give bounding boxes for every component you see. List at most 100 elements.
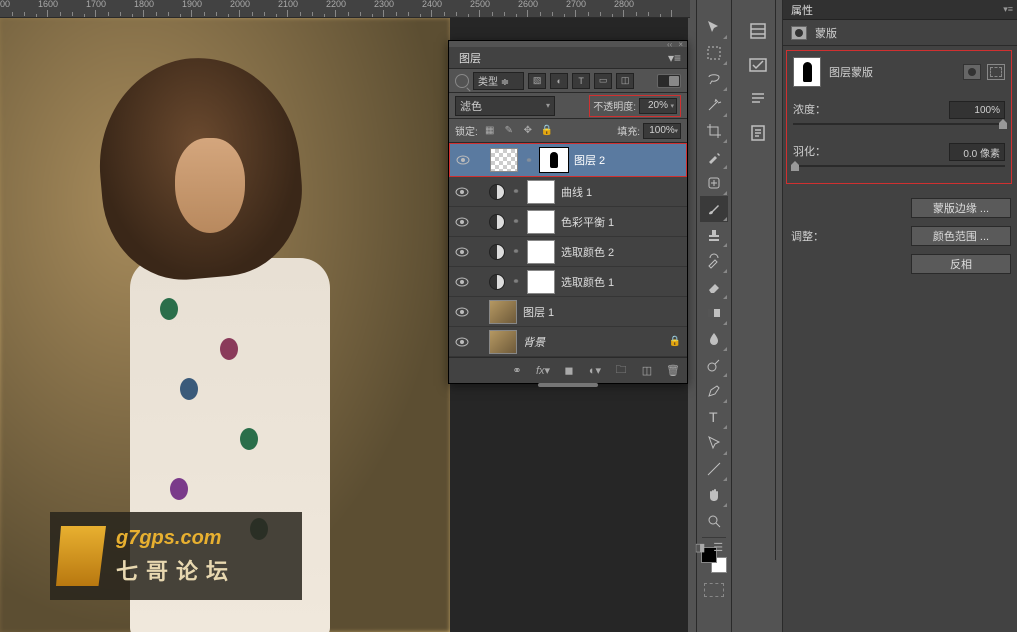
layer-row[interactable]: 背景🔒 xyxy=(449,327,687,357)
density-slider[interactable] xyxy=(793,123,1005,125)
quickmask-toggle[interactable] xyxy=(704,583,724,597)
layer-row[interactable]: 图层 1 xyxy=(449,297,687,327)
layer-row[interactable]: ⚭ 选取颜色 2 xyxy=(449,237,687,267)
new-layer-icon[interactable]: ◫ xyxy=(639,363,655,379)
invert-button[interactable]: 反相 xyxy=(911,254,1011,274)
gradient-tool[interactable] xyxy=(700,300,728,326)
adjust-label: 调整： xyxy=(791,228,824,244)
hand-tool[interactable] xyxy=(700,482,728,508)
filter-shape-icon[interactable]: ▭ xyxy=(594,73,612,89)
panel-tab-layers[interactable]: 图层 ▾≡ xyxy=(449,47,687,69)
link-icon[interactable]: ⚭ xyxy=(511,215,521,229)
character-panel-icon[interactable] xyxy=(744,116,772,150)
blur-tool[interactable] xyxy=(700,326,728,352)
filter-toggle[interactable] xyxy=(657,74,681,88)
layer-name[interactable]: 背景 xyxy=(523,334,545,350)
mask-thumb[interactable] xyxy=(540,148,568,172)
layer-name[interactable]: 选取颜色 2 xyxy=(561,244,614,260)
filter-adjustment-icon[interactable]: ◐ xyxy=(550,73,568,89)
fill-input[interactable]: 100% xyxy=(643,123,681,139)
lock-position-icon[interactable]: ✥ xyxy=(521,124,535,138)
blend-mode-dropdown[interactable]: 滤色 xyxy=(455,96,555,116)
mask-thumb[interactable] xyxy=(527,180,555,204)
layer-name[interactable]: 图层 1 xyxy=(523,304,554,320)
link-icon[interactable]: ⚭ xyxy=(511,185,521,199)
visibility-toggle[interactable] xyxy=(455,245,469,259)
filter-smart-icon[interactable]: ◫ xyxy=(616,73,634,89)
layers-panel[interactable]: ‹‹ × 图层 ▾≡ 类型 ≑ ▧ ◐ T ▭ ◫ 滤色 不透明度: 20% 锁… xyxy=(448,40,688,384)
eraser-tool[interactable] xyxy=(700,274,728,300)
mask-thumb[interactable] xyxy=(527,240,555,264)
opacity-input[interactable]: 20% xyxy=(639,98,677,114)
pen-tool[interactable] xyxy=(700,378,728,404)
actions-panel-icon[interactable] xyxy=(744,48,772,82)
lock-transparency-icon[interactable]: ▦ xyxy=(483,124,497,138)
new-group-icon[interactable]: 🗀 xyxy=(613,363,629,379)
visibility-toggle[interactable] xyxy=(455,185,469,199)
lasso-tool[interactable] xyxy=(700,66,728,92)
marquee-tool[interactable] xyxy=(700,40,728,66)
layer-thumb[interactable] xyxy=(489,300,517,324)
zoom-tool[interactable] xyxy=(700,508,728,534)
layer-row[interactable]: ⚭ 图层 2 xyxy=(449,143,687,177)
layer-name[interactable]: 选取颜色 1 xyxy=(561,274,614,290)
healing-tool[interactable] xyxy=(700,170,728,196)
line-tool[interactable] xyxy=(700,456,728,482)
visibility-toggle[interactable] xyxy=(456,153,470,167)
mask-edge-button[interactable]: 蒙版边缘 ... xyxy=(911,198,1011,218)
feather-slider[interactable] xyxy=(793,165,1005,167)
delete-layer-icon[interactable]: 🗑 xyxy=(665,363,681,379)
layer-name[interactable]: 色彩平衡 1 xyxy=(561,214,614,230)
lock-paint-icon[interactable]: ✎ xyxy=(502,124,516,138)
history-panel-icon[interactable] xyxy=(744,14,772,48)
dodge-tool[interactable] xyxy=(700,352,728,378)
mask-thumb[interactable] xyxy=(527,270,555,294)
crop-tool[interactable] xyxy=(700,118,728,144)
panel-menu-icon[interactable]: ▾≡ xyxy=(1003,4,1013,15)
layer-thumb[interactable] xyxy=(490,148,518,172)
visibility-toggle[interactable] xyxy=(455,305,469,319)
properties-tab[interactable]: 属性 ▾≡ xyxy=(783,0,1017,20)
eyedropper-tool[interactable] xyxy=(700,144,728,170)
wand-tool[interactable] xyxy=(700,92,728,118)
pixel-mask-button[interactable] xyxy=(963,64,981,80)
scrollbar[interactable] xyxy=(538,383,598,387)
link-icon[interactable]: ⚭ xyxy=(511,275,521,289)
filter-type-dropdown[interactable]: 类型 ≑ xyxy=(473,72,524,90)
stamp-tool[interactable] xyxy=(700,222,728,248)
visibility-toggle[interactable] xyxy=(455,275,469,289)
fx-icon[interactable]: fx▾ xyxy=(535,363,551,379)
lock-all-icon[interactable]: 🔒 xyxy=(540,124,554,138)
filter-pixel-icon[interactable]: ▧ xyxy=(528,73,546,89)
document-canvas[interactable]: g7gps.com 七哥论坛 xyxy=(0,18,450,632)
layer-name[interactable]: 曲线 1 xyxy=(561,184,592,200)
link-icon[interactable]: ⚭ xyxy=(524,153,534,167)
visibility-toggle[interactable] xyxy=(455,335,469,349)
history-brush-tool[interactable] xyxy=(700,248,728,274)
type-tool[interactable]: T xyxy=(700,404,728,430)
layer-thumb[interactable] xyxy=(489,330,517,354)
layer-row[interactable]: ⚭ 色彩平衡 1 xyxy=(449,207,687,237)
link-icon[interactable]: ⚭ xyxy=(511,245,521,259)
search-icon[interactable] xyxy=(455,74,469,88)
layer-row[interactable]: ⚭ 选取颜色 1 xyxy=(449,267,687,297)
vector-mask-button[interactable] xyxy=(987,64,1005,80)
layer-name[interactable]: 图层 2 xyxy=(574,152,605,168)
mask-thumbnail[interactable] xyxy=(793,57,821,87)
path-select-tool[interactable] xyxy=(700,430,728,456)
color-range-button[interactable]: 颜色范围 ... xyxy=(911,226,1011,246)
add-mask-icon[interactable]: ◼ xyxy=(561,363,577,379)
panel-menu-icon[interactable]: ▾≡ xyxy=(668,51,681,65)
density-input[interactable]: 100% xyxy=(949,101,1005,119)
paragraph-panel-icon[interactable] xyxy=(744,82,772,116)
panel-collapse-icons[interactable]: ◨☰ xyxy=(688,538,730,556)
mask-thumb[interactable] xyxy=(527,210,555,234)
feather-input[interactable]: 0.0 像素 xyxy=(949,143,1005,161)
link-layers-icon[interactable]: ⚭ xyxy=(509,363,525,379)
brush-tool[interactable] xyxy=(700,196,728,222)
layer-row[interactable]: ⚭ 曲线 1 xyxy=(449,177,687,207)
new-adjustment-icon[interactable]: ◐▾ xyxy=(587,363,603,379)
visibility-toggle[interactable] xyxy=(455,215,469,229)
move-tool[interactable] xyxy=(700,14,728,40)
filter-type-icon[interactable]: T xyxy=(572,73,590,89)
